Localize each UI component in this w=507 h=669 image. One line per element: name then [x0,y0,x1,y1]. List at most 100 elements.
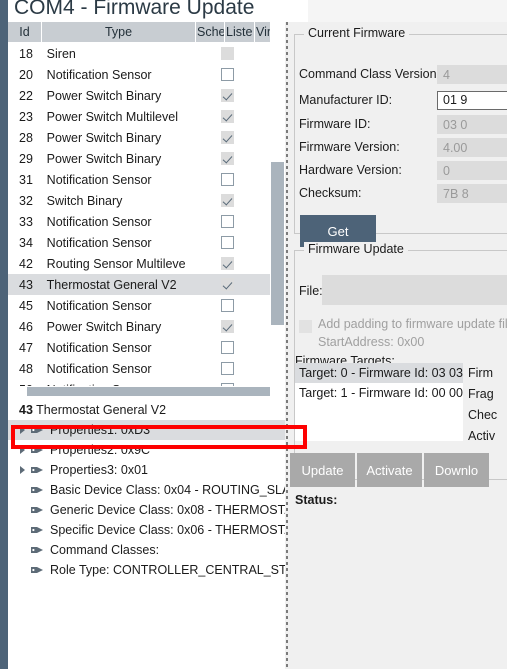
status-label: Status: [295,493,338,507]
cell-listening[interactable] [213,362,241,375]
checkbox-icon[interactable] [221,89,235,102]
table-row[interactable]: 45 Notification Sensor [8,295,270,316]
firmware-detail-labels: Firm Frag Chec Activ [468,363,507,447]
checkbox-icon[interactable] [221,173,235,186]
table-row[interactable]: 29 Power Switch Binary [8,148,270,169]
device-grid[interactable]: Id Type Sche Liste Virtu 18 Siren 20 Notifi… [8,22,285,397]
tree-node[interactable]: Command Classes: [8,540,285,560]
tree-node-label: Specific Device Class: 0x06 - THERMOSTAT… [50,523,285,537]
cell-listening[interactable] [213,173,241,186]
checkbox-icon[interactable] [221,257,235,270]
add-padding-checkbox[interactable] [299,320,312,333]
column-header-id[interactable]: Id [8,22,42,42]
label-checksum-truncated: Chec [468,408,498,422]
table-row[interactable]: 20 Notification Sensor [8,64,270,85]
firmware-target-item[interactable]: Target: 1 - Firmware Id: 00 00 [295,383,463,403]
window-left-edge [0,0,8,669]
table-row[interactable]: 31 Notification Sensor [8,169,270,190]
input-manufacturer-id[interactable]: 01 9 [437,91,507,110]
cell-id: 34 [19,235,33,250]
tree-node-label: Generic Device Class: 0x08 - THERMOSTAT [50,503,285,517]
tree-node[interactable]: Properties1: 0xD3 [8,420,285,440]
cell-listening[interactable] [213,320,241,333]
checkbox-icon[interactable] [221,299,235,312]
checkbox-icon[interactable] [221,47,235,60]
checkbox-icon[interactable] [221,362,235,375]
table-row[interactable]: 42 Routing Sensor Multilevel [8,253,270,274]
checkbox-icon[interactable] [221,194,235,207]
column-header-type[interactable]: Type [42,22,196,42]
download-button[interactable]: Downlo [424,453,489,487]
cell-listening[interactable] [213,341,241,354]
cell-id: 18 [19,46,33,61]
cell-listening[interactable] [213,215,241,228]
tree-node[interactable]: Properties3: 0x01 [8,460,285,480]
checkbox-icon[interactable] [221,236,235,249]
cell-listening[interactable] [213,110,241,123]
cell-listening[interactable] [213,236,241,249]
checkbox-icon[interactable] [221,68,235,81]
checkbox-icon[interactable] [221,152,235,165]
tree-node[interactable]: Basic Device Class: 0x04 - ROUTING_SLAVE [8,480,285,500]
checkbox-icon[interactable] [221,320,235,333]
table-row[interactable]: 48 Notification Sensor [8,358,270,379]
column-header-listening[interactable]: Liste [225,22,255,42]
table-row[interactable]: 22 Power Switch Binary [8,85,270,106]
tree-node[interactable]: Properties2: 0x9C [8,440,285,460]
chevron-right-icon[interactable] [14,466,30,474]
checkbox-icon[interactable] [221,341,235,354]
cell-listening[interactable] [213,257,241,270]
chevron-right-icon[interactable] [14,446,30,454]
cell-type: Notification Sensor [46,235,152,250]
cell-listening[interactable] [213,89,241,102]
tree-node-label: Properties1: 0xD3 [50,423,151,437]
table-row[interactable]: 47 Notification Sensor [8,337,270,358]
property-tree-header: 43 Thermostat General V2 [8,400,285,420]
cell-listening[interactable] [213,131,241,144]
file-path-input[interactable] [322,275,507,305]
cell-listening[interactable] [213,278,241,291]
checkbox-icon[interactable] [221,278,235,291]
table-row[interactable]: 18 Siren [8,43,270,64]
grid-vertical-scroll-thumb[interactable] [271,162,284,325]
activate-button[interactable]: Activate [357,453,422,487]
chevron-right-icon[interactable] [14,426,30,434]
grid-vertical-scrollbar[interactable] [270,22,285,397]
cell-id: 20 [19,67,33,82]
cell-listening[interactable] [213,299,241,312]
table-row[interactable]: 23 Power Switch Multilevel [8,106,270,127]
tree-node[interactable]: Role Type: CONTROLLER_CENTRAL_STATIC [8,560,285,580]
table-row[interactable]: 46 Power Switch Binary [8,316,270,337]
cell-listening[interactable] [213,152,241,165]
current-firmware-group-title: Current Firmware [304,26,410,40]
grid-horizontal-scroll-thumb[interactable] [27,387,270,396]
property-tree-header-label: Thermostat General V2 [36,403,167,417]
tree-node[interactable]: Generic Device Class: 0x08 - THERMOSTAT [8,500,285,520]
label-manufacturer-id: Manufacturer ID: [299,93,393,107]
cell-listening[interactable] [213,47,241,60]
cell-id: 28 [19,130,33,145]
tree-node[interactable]: Specific Device Class: 0x06 - THERMOSTAT… [8,520,285,540]
label-hardware-version: Hardware Version: [299,163,402,177]
table-row[interactable]: 33 Notification Sensor [8,211,270,232]
device-grid-header: Id Type Sche Liste Virtu [8,22,285,43]
checkbox-icon[interactable] [221,110,235,123]
cell-listening[interactable] [213,68,241,81]
update-button[interactable]: Update [290,453,355,487]
cell-id: 47 [19,340,33,355]
table-row[interactable]: 34 Notification Sensor [8,232,270,253]
firmware-targets-list[interactable]: Target: 0 - Firmware Id: 03 03 Target: 1… [295,363,463,441]
cell-listening[interactable] [213,194,241,207]
checkbox-icon[interactable] [221,215,235,228]
table-row[interactable]: 28 Power Switch Binary [8,127,270,148]
checkbox-icon[interactable] [221,131,235,144]
cell-id: 33 [19,214,33,229]
firmware-target-item[interactable]: Target: 0 - Firmware Id: 03 03 [295,363,463,383]
table-row[interactable]: 32 Switch Binary [8,190,270,211]
property-tree-pane[interactable]: 43 Thermostat General V2 Properties1: 0x… [8,400,285,669]
column-header-scheduled[interactable]: Sche [196,22,225,42]
table-row[interactable]: 43 Thermostat General V2 [8,274,270,295]
label-firmware-truncated: Firm [468,366,493,380]
window-title: COM4 - Firmware Update [14,0,255,19]
grid-horizontal-scrollbar[interactable] [8,386,270,397]
